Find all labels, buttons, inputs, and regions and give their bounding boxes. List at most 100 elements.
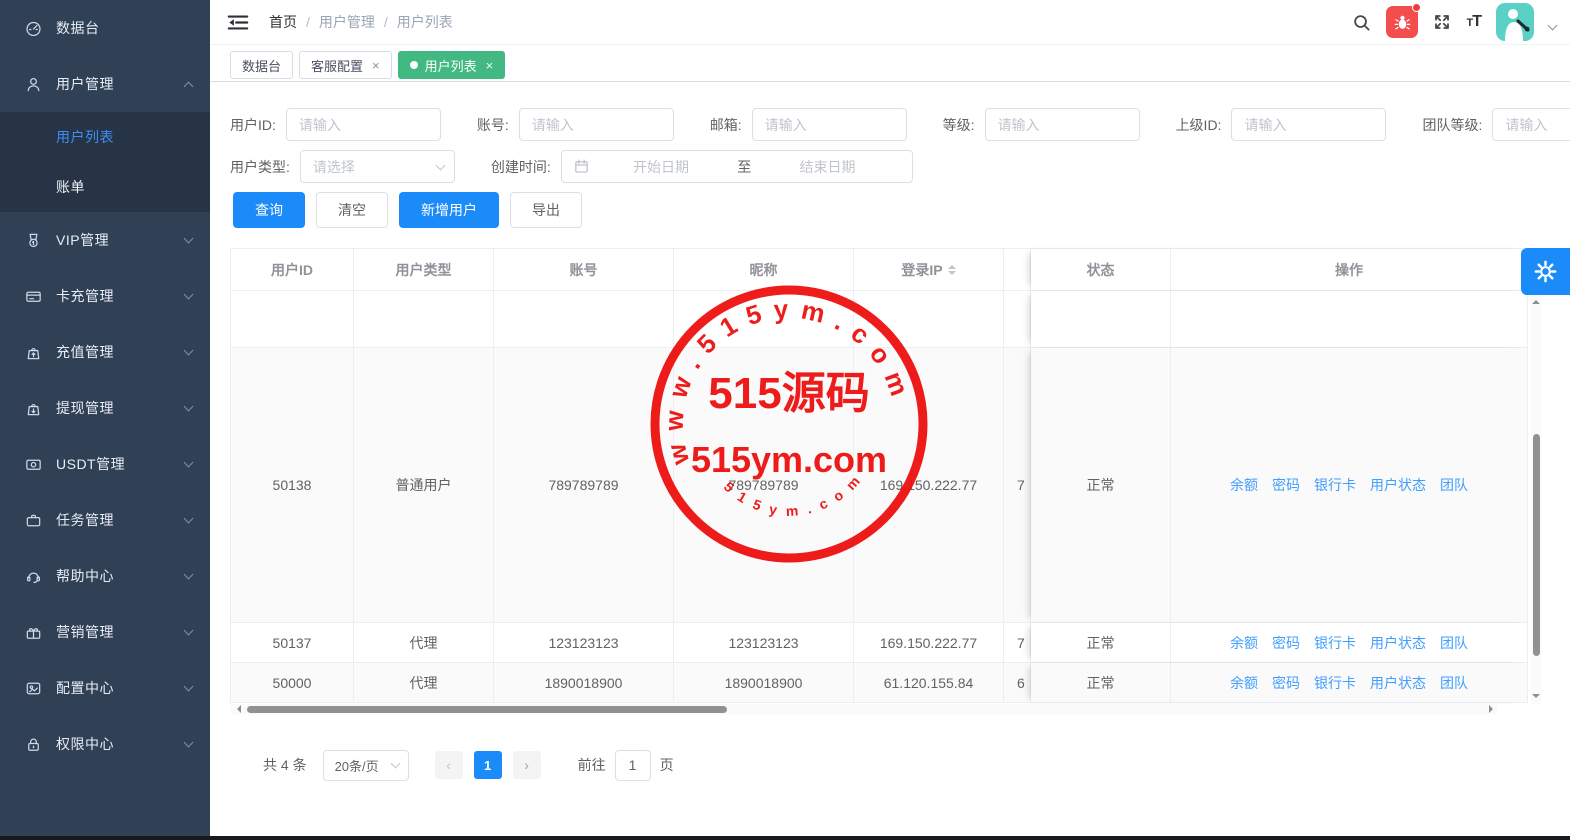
horizontal-scrollbar-thumb[interactable] <box>247 706 727 713</box>
sidebar-item-vip-management[interactable]: VIP管理 <box>0 212 210 268</box>
cell-status: 正常 <box>1031 623 1171 662</box>
team-link[interactable]: 团队 <box>1440 633 1468 653</box>
breadcrumb-separator: / <box>306 14 310 30</box>
user-id-label: 用户ID: <box>230 115 276 135</box>
sidebar-item-config-center[interactable]: 配置中心 <box>0 660 210 716</box>
start-date-placeholder[interactable]: 开始日期 <box>589 157 734 177</box>
chevron-down-icon <box>184 402 194 412</box>
caret-down-icon[interactable] <box>1548 20 1558 30</box>
password-link[interactable]: 密码 <box>1272 475 1300 495</box>
sidebar-item-label: VIP管理 <box>56 230 185 250</box>
cell-nickname: 1890018900 <box>674 663 854 702</box>
cell-user-type: 代理 <box>354 663 494 702</box>
scroll-up-arrow-icon[interactable] <box>1532 296 1540 304</box>
balance-link[interactable]: 余额 <box>1230 475 1258 495</box>
user-type-select[interactable]: 请选择 <box>300 150 455 183</box>
scroll-down-arrow-icon[interactable] <box>1532 694 1540 702</box>
query-button[interactable]: 查询 <box>233 192 305 228</box>
account-input[interactable] <box>519 108 674 141</box>
balance-link[interactable]: 余额 <box>1230 633 1258 653</box>
add-user-button[interactable]: 新增用户 <box>399 192 499 228</box>
bag-arrow-down-icon <box>24 399 43 418</box>
page-size-select[interactable]: 20条/页 <box>323 750 409 781</box>
export-button[interactable]: 导出 <box>510 192 582 228</box>
current-page-button[interactable]: 1 <box>474 751 502 779</box>
create-time-range-picker[interactable]: 开始日期 至 结束日期 <box>561 150 913 183</box>
fullscreen-icon[interactable] <box>1433 13 1451 31</box>
sidebar-item-user-management[interactable]: 用户管理 <box>0 56 210 112</box>
sidebar-item-label: 营销管理 <box>56 622 185 642</box>
avatar[interactable] <box>1496 3 1534 41</box>
bank-card-link[interactable]: 银行卡 <box>1314 633 1356 653</box>
sidebar-submenu-user-management: 用户列表 账单 <box>0 112 210 212</box>
sidebar-item-withdraw-management[interactable]: 提现管理 <box>0 380 210 436</box>
sidebar-item-recharge-management[interactable]: 充值管理 <box>0 324 210 380</box>
bank-card-link[interactable]: 银行卡 <box>1314 673 1356 693</box>
user-status-link[interactable]: 用户状态 <box>1370 633 1426 653</box>
sidebar-subitem-user-list[interactable]: 用户列表 <box>0 112 210 162</box>
level-input[interactable] <box>985 108 1140 141</box>
sidebar-item-permission-center[interactable]: 权限中心 <box>0 716 210 772</box>
collapse-sidebar-icon[interactable] <box>227 14 249 31</box>
sidebar-item-help-center[interactable]: 帮助中心 <box>0 548 210 604</box>
chevron-down-icon <box>184 626 194 636</box>
sidebar-item-card-recharge[interactable]: 卡充管理 <box>0 268 210 324</box>
col-status: 状态 <box>1031 249 1171 290</box>
cell-user-id: 50000 <box>231 663 354 702</box>
cell-actions <box>1171 291 1527 347</box>
balance-link[interactable]: 余额 <box>1230 673 1258 693</box>
bank-card-link[interactable]: 银行卡 <box>1314 475 1356 495</box>
text-size-icon[interactable]: TT <box>1466 13 1481 31</box>
password-link[interactable]: 密码 <box>1272 673 1300 693</box>
bug-report-button[interactable] <box>1386 6 1418 38</box>
password-link[interactable]: 密码 <box>1272 633 1300 653</box>
horizontal-scrollbar[interactable] <box>231 704 1497 714</box>
cell-user-type <box>354 291 494 347</box>
goto-page-input[interactable] <box>615 750 651 781</box>
user-status-link[interactable]: 用户状态 <box>1370 475 1426 495</box>
breadcrumb-home[interactable]: 首页 <box>269 12 297 32</box>
user-status-link[interactable]: 用户状态 <box>1370 673 1426 693</box>
table-row <box>231 291 1527 348</box>
next-page-button[interactable]: › <box>513 751 541 779</box>
chevron-down-icon <box>435 160 445 170</box>
cell-login-ip <box>854 291 1004 347</box>
sidebar-item-usdt-management[interactable]: USDT管理 <box>0 436 210 492</box>
bottom-edge-strip <box>0 836 1570 840</box>
sort-carets-icon[interactable] <box>948 261 956 279</box>
vertical-scrollbar[interactable] <box>1531 294 1541 704</box>
total-count: 共 4 条 <box>263 755 307 775</box>
breadcrumb-user-list: 用户列表 <box>397 12 453 32</box>
team-level-input[interactable] <box>1492 108 1570 141</box>
col-login-ip[interactable]: 登录IP <box>854 249 1004 290</box>
email-input[interactable] <box>752 108 907 141</box>
scroll-left-arrow-icon[interactable] <box>233 705 241 713</box>
sidebar-item-marketing-management[interactable]: 营销管理 <box>0 604 210 660</box>
vertical-scrollbar-thumb[interactable] <box>1533 434 1540 656</box>
tab-dashboard[interactable]: 数据台 <box>230 51 293 79</box>
team-link[interactable]: 团队 <box>1440 673 1468 693</box>
column-settings-button[interactable] <box>1521 248 1570 295</box>
cell-account: 1890018900 <box>494 663 674 702</box>
config-panel-icon <box>24 679 43 698</box>
prev-page-button[interactable]: ‹ <box>435 751 463 779</box>
breadcrumb-user-management[interactable]: 用户管理 <box>319 12 375 32</box>
scroll-right-arrow-icon[interactable] <box>1489 705 1497 713</box>
team-link[interactable]: 团队 <box>1440 475 1468 495</box>
user-id-input[interactable] <box>286 108 441 141</box>
close-tab-icon[interactable]: × <box>372 58 380 73</box>
tab-user-list[interactable]: 用户列表 × <box>398 51 506 79</box>
sidebar-item-label: 数据台 <box>56 18 192 38</box>
table-header-row: 用户ID 用户类型 账号 昵称 登录IP 状态 操作 <box>231 249 1527 291</box>
close-tab-icon[interactable]: × <box>486 58 494 73</box>
sidebar-item-label: 提现管理 <box>56 398 185 418</box>
sidebar-item-label: 权限中心 <box>56 734 185 754</box>
end-date-placeholder[interactable]: 结束日期 <box>755 157 900 177</box>
parent-id-input[interactable] <box>1231 108 1386 141</box>
sidebar-item-task-management[interactable]: 任务管理 <box>0 492 210 548</box>
sidebar-item-dashboard[interactable]: 数据台 <box>0 0 210 56</box>
search-icon[interactable] <box>1352 13 1371 32</box>
sidebar-subitem-bills[interactable]: 账单 <box>0 162 210 212</box>
tab-customer-service-config[interactable]: 客服配置 × <box>299 51 392 79</box>
clear-button[interactable]: 清空 <box>316 192 388 228</box>
